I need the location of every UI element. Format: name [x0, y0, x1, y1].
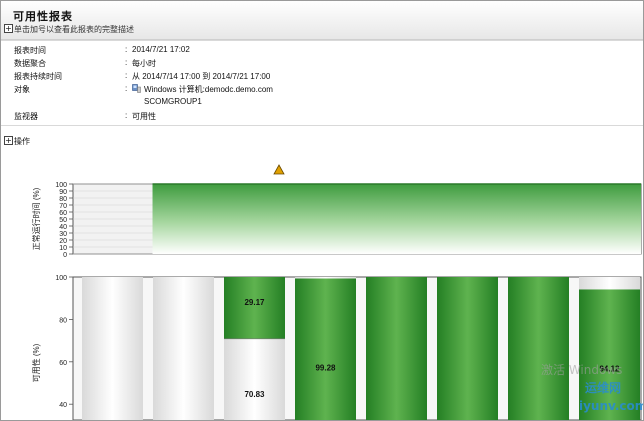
uptime-tick-label: 100 — [55, 182, 67, 189]
availability-tick-label: 40 — [59, 402, 67, 409]
availability-bar — [508, 277, 569, 420]
availability-bar — [366, 277, 427, 420]
uptime-tick-label: 50 — [59, 217, 67, 224]
availability-charts: 0102030405060708090100正常运行时间 (%) 4060801… — [31, 164, 642, 420]
availability-tick-label: 100 — [55, 275, 67, 282]
availability-tick-label: 60 — [59, 360, 67, 367]
uptime-chart: 0102030405060708090100 正常运行时间 (%) — [31, 164, 642, 259]
availability-bar — [295, 278, 356, 420]
uptime-tick-label: 90 — [59, 189, 67, 196]
unavailability-bar-label: 70.83 — [244, 390, 265, 399]
watermark-site-name: 运维网 — [585, 381, 622, 395]
availability-bar — [224, 277, 285, 339]
uptime-tick-label: 0 — [63, 252, 67, 259]
uptime-tick-label: 30 — [59, 231, 67, 238]
availability-axis-label: 可用性 (%) — [31, 343, 41, 382]
availability-bar-bg — [82, 277, 143, 420]
uptime-area — [152, 184, 641, 254]
availability-tick-label: 80 — [59, 317, 67, 324]
uptime-tick-label: 20 — [59, 238, 67, 245]
watermark-activate: 激活 Windows — [541, 363, 623, 377]
availability-bar-label: 29.17 — [244, 298, 265, 307]
warning-icon — [273, 164, 285, 175]
watermark-site-url: iyunv.com — [579, 399, 644, 413]
report-frame: 可用性报表 + 单击加号以查看此报表的完整描述 报表时间 : 2014/7/21… — [0, 0, 644, 421]
availability-chart: 40608010029.1770.8399.28 94.12可用性 (%) — [31, 275, 642, 420]
uptime-tick-label: 60 — [59, 210, 67, 217]
availability-bar — [437, 277, 498, 420]
uptime-tick-label: 40 — [59, 224, 67, 231]
uptime-axis-label: 正常运行时间 (%) — [31, 187, 41, 250]
uptime-tick-label: 10 — [59, 245, 67, 252]
availability-bar-label: 99.28 — [315, 364, 336, 373]
uptime-tick-label: 70 — [59, 203, 67, 210]
uptime-tick-label: 80 — [59, 196, 67, 203]
availability-bar-bg — [153, 277, 214, 420]
